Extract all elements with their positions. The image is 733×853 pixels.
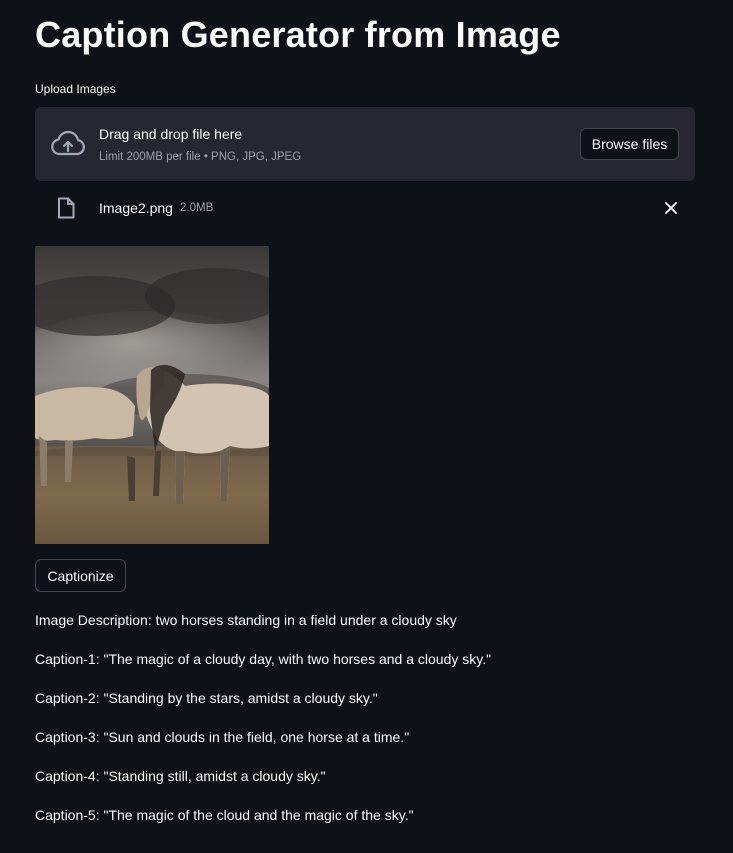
upload-label: Upload Images [35,82,116,96]
file-icon [58,197,75,219]
caption-2: Caption-2: "Standing by the stars, amids… [35,690,378,706]
browse-files-button[interactable]: Browse files [580,128,679,160]
dropzone-limits: Limit 200MB per file • PNG, JPG, JPEG [99,151,302,163]
close-icon[interactable] [662,199,680,217]
file-name: Image2.png [99,200,173,216]
page-title: Caption Generator from Image [35,14,561,55]
caption-4: Caption-4: "Standing still, amidst a clo… [35,768,326,784]
cloud-upload-icon [51,130,85,156]
image-description: Image Description: two horses standing i… [35,612,457,628]
file-dropzone[interactable]: Drag and drop file here Limit 200MB per … [35,107,695,181]
dropzone-instruction: Drag and drop file here [99,126,243,142]
file-size: 2.0MB [180,202,214,214]
uploaded-image-preview [35,246,269,544]
caption-3: Caption-3: "Sun and clouds in the field,… [35,729,410,745]
captionize-button[interactable]: Captionize [35,559,126,592]
app-page: Caption Generator from Image Upload Imag… [0,0,733,853]
uploaded-file-row: Image2.png 2.0MB [35,192,695,224]
caption-5: Caption-5: "The magic of the cloud and t… [35,807,414,823]
caption-1: Caption-1: "The magic of a cloudy day, w… [35,651,492,667]
